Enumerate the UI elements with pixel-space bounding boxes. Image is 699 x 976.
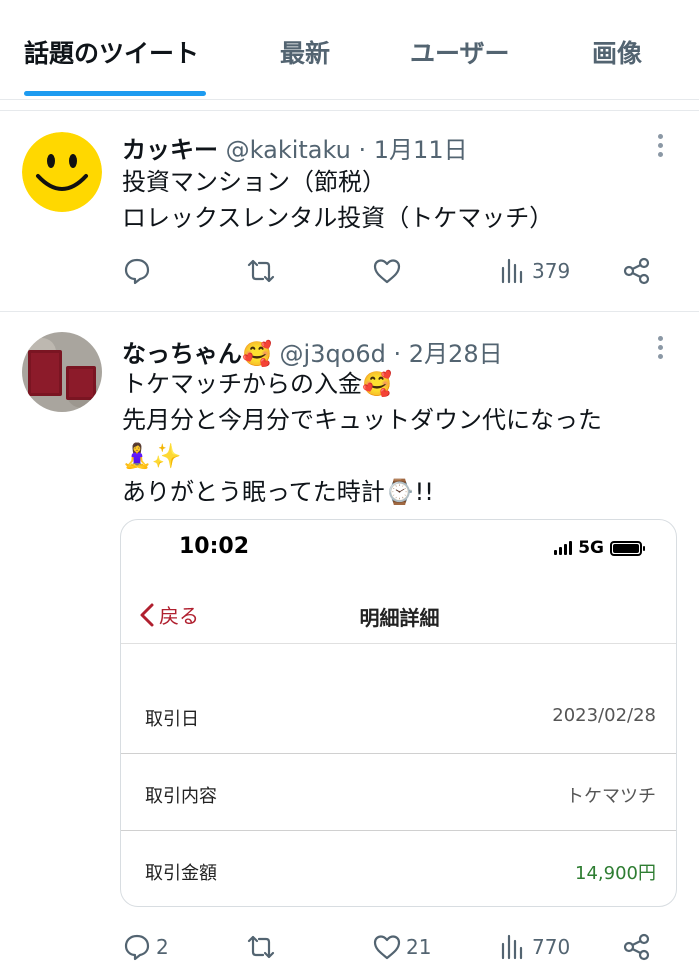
search-tabs: 話題のツイート 最新 ユーザー 画像 bbox=[0, 0, 699, 100]
reply-count: 2 bbox=[156, 935, 169, 959]
views-button[interactable]: 379 bbox=[498, 256, 570, 286]
reply-icon bbox=[124, 258, 150, 285]
tweet-date[interactable]: · 1月11日 bbox=[359, 136, 468, 164]
display-name[interactable]: なっちゃん🥰 bbox=[122, 340, 272, 368]
tab-users[interactable]: ユーザー bbox=[410, 34, 510, 70]
views-icon bbox=[501, 934, 523, 960]
reply-icon bbox=[124, 934, 150, 961]
tab-latest[interactable]: 最新 bbox=[280, 34, 330, 70]
like-icon bbox=[373, 935, 401, 960]
nav-title: 明細詳細 bbox=[359, 606, 440, 630]
detail-row: 取引日 2023/02/28 bbox=[121, 677, 676, 754]
like-button[interactable]: 21 bbox=[372, 932, 431, 962]
views-count: 379 bbox=[532, 259, 571, 283]
tweet-actions: 379 bbox=[122, 256, 662, 286]
display-name[interactable]: カッキー bbox=[122, 136, 218, 164]
battery-icon bbox=[610, 540, 645, 556]
views-button[interactable]: 770 bbox=[498, 932, 570, 962]
like-count: 21 bbox=[406, 935, 432, 959]
tab-images[interactable]: 画像 bbox=[592, 34, 642, 70]
tweet-header: なっちゃん🥰 @j3qo6d · 2月28日 bbox=[122, 334, 503, 369]
detail-row: 取引内容 トケマツチ bbox=[121, 754, 676, 831]
reply-button[interactable]: 2 bbox=[122, 932, 169, 962]
more-icon[interactable] bbox=[652, 134, 668, 160]
detail-label: 取引日 bbox=[145, 709, 199, 730]
tweet-header: カッキー @kakitaku · 1月11日 bbox=[122, 130, 468, 165]
retweet-button[interactable] bbox=[246, 256, 280, 286]
active-tab-indicator bbox=[24, 91, 206, 96]
tweet-actions: 2 21 770 bbox=[122, 932, 662, 962]
like-button[interactable] bbox=[372, 256, 406, 286]
more-icon[interactable] bbox=[652, 336, 668, 362]
tweet[interactable]: カッキー @kakitaku · 1月11日 投資マンション（節税） ロレックス… bbox=[0, 110, 699, 310]
share-button[interactable] bbox=[622, 256, 652, 286]
retweet-icon bbox=[247, 259, 275, 283]
detail-label: 取引内容 bbox=[145, 786, 217, 807]
nav-bar: 戻る 明細詳細 bbox=[121, 586, 676, 644]
share-icon bbox=[623, 933, 650, 961]
detail-row: 取引金額 14,900円 bbox=[121, 831, 676, 906]
views-icon bbox=[501, 258, 523, 284]
avatar[interactable] bbox=[22, 332, 102, 412]
reply-button[interactable] bbox=[122, 256, 156, 286]
detail-value: 2023/02/28 bbox=[552, 705, 656, 726]
signal-icon bbox=[554, 541, 573, 555]
status-bar-time: 10:02 bbox=[179, 534, 250, 559]
retweet-button[interactable] bbox=[246, 932, 280, 962]
detail-amount: 14,900円 bbox=[575, 863, 656, 884]
share-button[interactable] bbox=[622, 932, 652, 962]
tweet-date[interactable]: · 2月28日 bbox=[394, 340, 503, 368]
avatar[interactable] bbox=[22, 132, 102, 212]
user-handle[interactable]: @j3qo6d bbox=[280, 340, 386, 368]
network-label: 5G bbox=[578, 538, 604, 558]
views-count: 770 bbox=[532, 935, 571, 959]
tweet-text: 投資マンション（節税） ロレックスレンタル投資（トケマッチ） bbox=[122, 168, 554, 232]
tweet-text: トケマッチからの入金🥰 先月分と今月分でキュットダウン代になった 🧘‍♀️✨ あ… bbox=[122, 370, 602, 506]
tab-top-tweets[interactable]: 話題のツイート bbox=[24, 34, 199, 70]
share-icon bbox=[623, 257, 650, 285]
like-icon bbox=[373, 259, 401, 284]
detail-label: 取引金額 bbox=[145, 863, 217, 884]
smiley-avatar-icon bbox=[22, 132, 102, 212]
user-handle[interactable]: @kakitaku bbox=[226, 136, 351, 164]
status-bar-indicators: 5G bbox=[554, 538, 645, 558]
retweet-icon bbox=[247, 935, 275, 959]
attached-image[interactable]: 10:02 5G 戻る 明細詳細 取引日 2023/02/28 取引内容 トケマ… bbox=[120, 519, 677, 907]
photo-avatar-icon bbox=[22, 332, 102, 412]
detail-value: トケマツチ bbox=[566, 786, 656, 807]
